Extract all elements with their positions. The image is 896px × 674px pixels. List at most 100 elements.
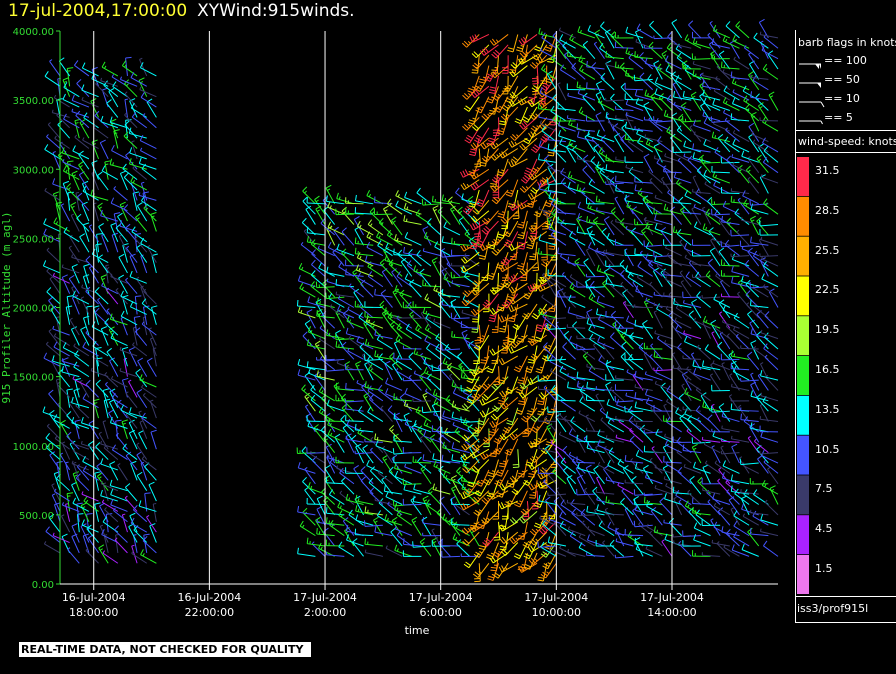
wind-barb <box>732 89 750 101</box>
wind-barb <box>643 430 663 434</box>
wind-barb <box>721 425 740 433</box>
wind-barb <box>508 345 528 354</box>
wind-barb <box>431 537 442 557</box>
wind-barb <box>74 134 90 149</box>
wind-barb <box>760 236 779 246</box>
wind-barb <box>566 324 586 329</box>
wind-barb <box>586 216 605 226</box>
wind-barb <box>644 471 663 485</box>
wind-barb <box>391 216 403 236</box>
wind-barb <box>691 443 702 464</box>
wind-barb <box>412 456 432 464</box>
wind-barb <box>567 92 586 101</box>
wind-barb <box>76 464 90 481</box>
wind-barb <box>120 290 138 305</box>
wind-barb <box>491 44 509 59</box>
wind-barb <box>61 366 80 378</box>
wind-barb <box>382 454 393 474</box>
wind-barb <box>530 137 548 153</box>
wind-barb <box>585 464 596 485</box>
wind-barb <box>435 333 451 350</box>
x-tick-time: 14:00:00 <box>647 606 696 619</box>
barb-legend-label: == 50 <box>824 73 860 86</box>
legend-divider <box>795 622 896 623</box>
wind-barb <box>740 407 759 412</box>
wind-barb <box>97 202 109 222</box>
wind-barb <box>602 279 615 298</box>
x-tick-time: 22:00:00 <box>185 606 234 619</box>
wind-barb <box>555 487 567 505</box>
wind-barb <box>508 96 528 107</box>
wind-barb <box>633 520 653 528</box>
wind-barb <box>553 144 567 163</box>
wind-barb <box>726 333 740 350</box>
wind-barb <box>353 465 365 485</box>
wind-barb <box>660 382 673 402</box>
wind-barb <box>547 492 567 496</box>
wind-barb <box>615 375 634 381</box>
wind-barb <box>624 301 644 308</box>
wind-barb <box>364 338 383 350</box>
wind-barb <box>108 88 119 108</box>
wind-barb <box>329 520 345 537</box>
wind-barb <box>296 447 316 454</box>
wind-barb <box>582 165 596 184</box>
wind-barb <box>586 60 605 70</box>
wind-barb <box>763 198 779 215</box>
wind-barb <box>749 478 769 485</box>
wind-barb <box>393 393 412 402</box>
wind-barb <box>451 518 470 526</box>
wind-barb <box>648 116 663 132</box>
wind-barb <box>749 527 769 537</box>
wind-barb <box>614 61 634 70</box>
wind-barb <box>443 427 461 443</box>
wind-barb <box>631 476 644 495</box>
wind-barb <box>121 513 128 533</box>
wind-barb <box>711 539 730 547</box>
wind-barb <box>314 195 326 215</box>
wind-barb <box>673 171 692 184</box>
wind-barb <box>93 202 100 222</box>
wind-barb <box>566 50 586 60</box>
wind-barb <box>736 229 750 246</box>
wind-barb <box>540 65 548 85</box>
wind-barb <box>708 227 721 246</box>
wind-barb <box>615 538 634 547</box>
wind-barb <box>624 528 644 537</box>
wind-barb <box>630 457 644 474</box>
wind-barb <box>299 282 316 298</box>
wind-barb <box>408 374 422 391</box>
wind-barb <box>479 148 490 167</box>
wind-barb <box>692 37 711 49</box>
wind-barb <box>634 498 653 506</box>
wind-barb <box>410 496 422 516</box>
x-axis-label: time <box>405 624 430 637</box>
wind-barb <box>595 164 605 184</box>
wind-barb <box>471 459 490 473</box>
wind-barb <box>653 155 673 163</box>
wind-barb <box>760 431 779 443</box>
wind-barb <box>489 417 509 429</box>
wind-barb <box>110 197 128 212</box>
wind-barb <box>666 126 682 143</box>
wind-barb <box>683 153 702 163</box>
wind-barb <box>604 507 615 526</box>
wind-barb <box>364 538 383 547</box>
wind-barb <box>96 472 109 491</box>
wind-barb <box>462 200 480 215</box>
wind-barb <box>496 158 509 177</box>
wind-barb <box>473 542 490 559</box>
wind-barb <box>478 532 490 551</box>
wind-barb <box>473 417 490 434</box>
wind-barb <box>721 61 740 70</box>
wind-barb <box>692 188 711 194</box>
wind-barb <box>316 527 335 537</box>
wind-barb <box>117 463 128 481</box>
wind-barb <box>676 229 692 246</box>
wind-barb <box>432 483 451 495</box>
wind-barb <box>605 359 624 371</box>
wind-barb <box>760 369 779 381</box>
header-product: XYWind:915winds. <box>197 1 355 21</box>
wind-barb <box>547 536 567 547</box>
wind-barb <box>497 386 509 405</box>
